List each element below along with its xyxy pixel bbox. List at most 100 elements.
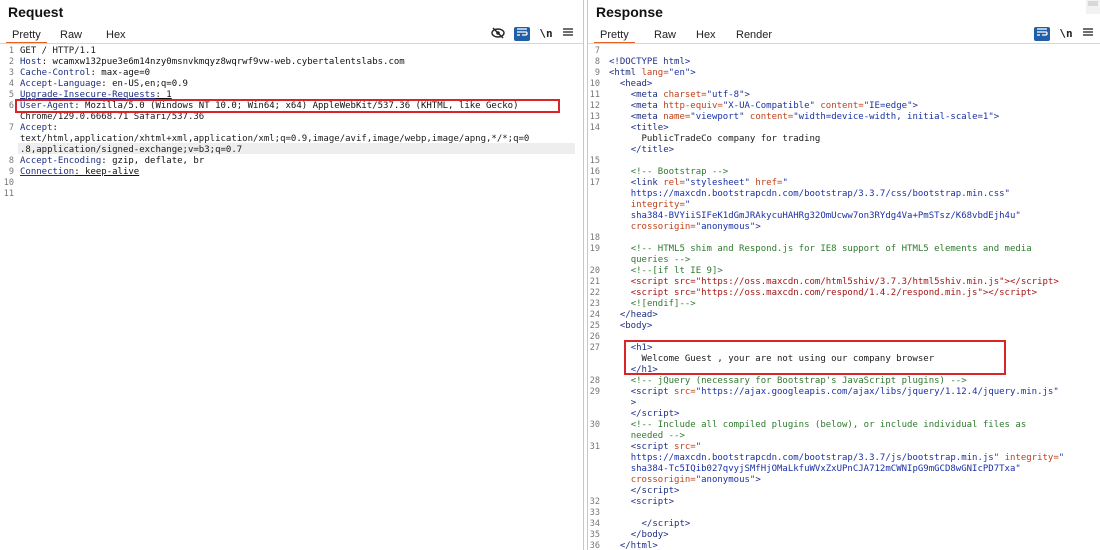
request-line-text: Cache-Control: max-age=0 xyxy=(20,68,151,78)
menu-icon[interactable] xyxy=(1080,27,1096,41)
line-number: 34 xyxy=(589,519,600,529)
line-number: 16 xyxy=(589,167,600,177)
line-number: 33 xyxy=(589,508,600,518)
response-line: 17 <link rel="stylesheet" href=" xyxy=(588,178,1100,189)
line-number: 31 xyxy=(589,442,600,452)
line-number: 10 xyxy=(3,178,14,188)
response-line-text: sha384-BVYiiSIFeK1dGmJRAkycuHAHRg32OmUcw… xyxy=(630,211,1021,221)
line-number: 7 xyxy=(594,46,600,56)
line-number: 1 xyxy=(8,46,14,56)
response-line: 13 <meta name="viewport" content="width=… xyxy=(588,112,1100,123)
response-line-text: https://maxcdn.bootstrapcdn.com/bootstra… xyxy=(630,453,1065,463)
newline-toggle[interactable]: \n xyxy=(1058,27,1074,41)
tab-raw[interactable]: Raw xyxy=(54,26,88,44)
line-number: 5 xyxy=(8,90,14,100)
request-line: 8 Accept-Encoding: gzip, deflate, br xyxy=(0,156,583,167)
line-number: 6 xyxy=(8,101,14,111)
response-line: 15 xyxy=(588,156,1100,167)
line-number: 4 xyxy=(8,79,14,89)
request-pane: Request Pretty Raw Hex \n 1 GET / HTTP/1.… xyxy=(0,0,584,550)
eye-off-icon[interactable] xyxy=(490,27,506,41)
line-number: 13 xyxy=(589,112,600,122)
line-number: 26 xyxy=(589,332,600,342)
response-line: sha384-Tc5IQib027qvyjSMfHjOMaLkfuWVxZxUP… xyxy=(588,464,1100,475)
response-line: 18 xyxy=(588,233,1100,244)
response-line-text: <head> xyxy=(619,79,653,89)
newline-toggle[interactable]: \n xyxy=(538,27,554,41)
line-number: 27 xyxy=(589,343,600,353)
response-line-text: <meta charset="utf-8"> xyxy=(630,90,750,100)
response-line: integrity=" xyxy=(588,200,1100,211)
response-line: PublicTradeCo company for trading xyxy=(588,134,1100,145)
response-pane: Response Pretty Raw Hex Render \n 7 8 <!DO… xyxy=(587,0,1100,550)
response-line-text: <script src=" xyxy=(630,442,702,452)
line-number: 17 xyxy=(589,178,600,188)
scrollbar-top[interactable] xyxy=(1086,0,1100,14)
response-line-text: <!-- HTML5 shim and Respond.js for IE8 s… xyxy=(630,244,1032,254)
response-line-text: crossorigin="anonymous"> xyxy=(630,475,761,485)
response-title: Response xyxy=(596,4,663,20)
request-line: text/html,application/xhtml+xml,applicat… xyxy=(0,134,583,145)
tab-hex[interactable]: Hex xyxy=(690,26,722,44)
request-line-text: GET / HTTP/1.1 xyxy=(20,46,96,56)
response-line: https://maxcdn.bootstrapcdn.com/bootstra… xyxy=(588,189,1100,200)
response-line-text: <!--[if lt IE 9]> xyxy=(630,266,723,276)
response-line: sha384-BVYiiSIFeK1dGmJRAkycuHAHRg32OmUcw… xyxy=(588,211,1100,222)
response-line: 14 <title> xyxy=(588,123,1100,134)
response-line-text: <link rel="stylesheet" href=" xyxy=(630,178,788,188)
response-line: 34 </script> xyxy=(588,519,1100,530)
wrap-icon[interactable] xyxy=(514,27,530,41)
response-line-text: https://maxcdn.bootstrapcdn.com/bootstra… xyxy=(630,189,1010,199)
request-editor[interactable]: 1 GET / HTTP/1.1 2 Host: wcamxw132pue3e6m14… xyxy=(0,46,583,550)
line-number: 20 xyxy=(589,266,600,276)
line-number: 9 xyxy=(594,68,600,78)
line-number: 18 xyxy=(589,233,600,243)
response-tabs: Pretty Raw Hex Render xyxy=(592,26,1100,44)
response-line: 11 <meta charset="utf-8"> xyxy=(588,90,1100,101)
response-line: 25 <body> xyxy=(588,321,1100,332)
request-line-text: Host: wcamxw132pue3e6m14nzy0msnvkmqyz8wq… xyxy=(20,57,405,67)
tab-render[interactable]: Render xyxy=(730,26,778,44)
request-line-text: Accept-Encoding: gzip, deflate, br xyxy=(20,156,205,166)
response-line-text: crossorigin="anonymous"> xyxy=(630,222,761,232)
response-line: 20 <!--[if lt IE 9]> xyxy=(588,266,1100,277)
response-line: 21 <script src="https://oss.maxcdn.com/h… xyxy=(588,277,1100,288)
response-line-text: </script> xyxy=(630,409,680,419)
line-number: 30 xyxy=(589,420,600,430)
request-title: Request xyxy=(8,4,64,20)
line-number: 22 xyxy=(589,288,600,298)
h1-highlight-box xyxy=(624,340,1006,375)
line-number: 21 xyxy=(589,277,600,287)
request-line: 1 GET / HTTP/1.1 xyxy=(0,46,583,57)
response-line: 35 </body> xyxy=(588,530,1100,541)
line-number: 25 xyxy=(589,321,600,331)
response-line-text: <!-- jQuery (necessary for Bootstrap's J… xyxy=(630,376,967,386)
response-line-text: <title> xyxy=(630,123,669,133)
wrap-icon[interactable] xyxy=(1034,27,1050,41)
response-line: 12 <meta http-equiv="X-UA-Compatible" co… xyxy=(588,101,1100,112)
line-number: 32 xyxy=(589,497,600,507)
response-line-text: PublicTradeCo company for trading xyxy=(609,134,821,144)
response-line: crossorigin="anonymous"> xyxy=(588,222,1100,233)
response-line: 22 <script src="https://oss.maxcdn.com/r… xyxy=(588,288,1100,299)
line-number: 14 xyxy=(589,123,600,133)
response-line: > xyxy=(588,398,1100,409)
response-line-text: integrity=" xyxy=(630,200,691,210)
response-line: 23 <![endif]--> xyxy=(588,299,1100,310)
response-line: 28 <!-- jQuery (necessary for Bootstrap'… xyxy=(588,376,1100,387)
menu-icon[interactable] xyxy=(560,27,576,41)
request-line-text: Chrome/129.0.6668.71 Safari/537.36 xyxy=(20,112,205,122)
response-line-text: <!DOCTYPE html> xyxy=(609,57,691,67)
request-line: .8,application/signed-exchange;v=b3;q=0.… xyxy=(0,145,583,156)
response-editor[interactable]: 7 8 <!DOCTYPE html> 9 <html lang="en"> 10 <he… xyxy=(588,46,1100,550)
tab-pretty[interactable]: Pretty xyxy=(594,26,635,44)
line-number: 2 xyxy=(8,57,14,67)
tab-pretty[interactable]: Pretty xyxy=(6,26,47,44)
response-line: needed --> xyxy=(588,431,1100,442)
response-line: 31 <script src=" xyxy=(588,442,1100,453)
response-line: 10 <head> xyxy=(588,79,1100,90)
tab-raw[interactable]: Raw xyxy=(648,26,682,44)
request-line: 11 xyxy=(0,189,583,200)
response-line-text: </script> xyxy=(641,519,691,529)
tab-hex[interactable]: Hex xyxy=(100,26,132,44)
